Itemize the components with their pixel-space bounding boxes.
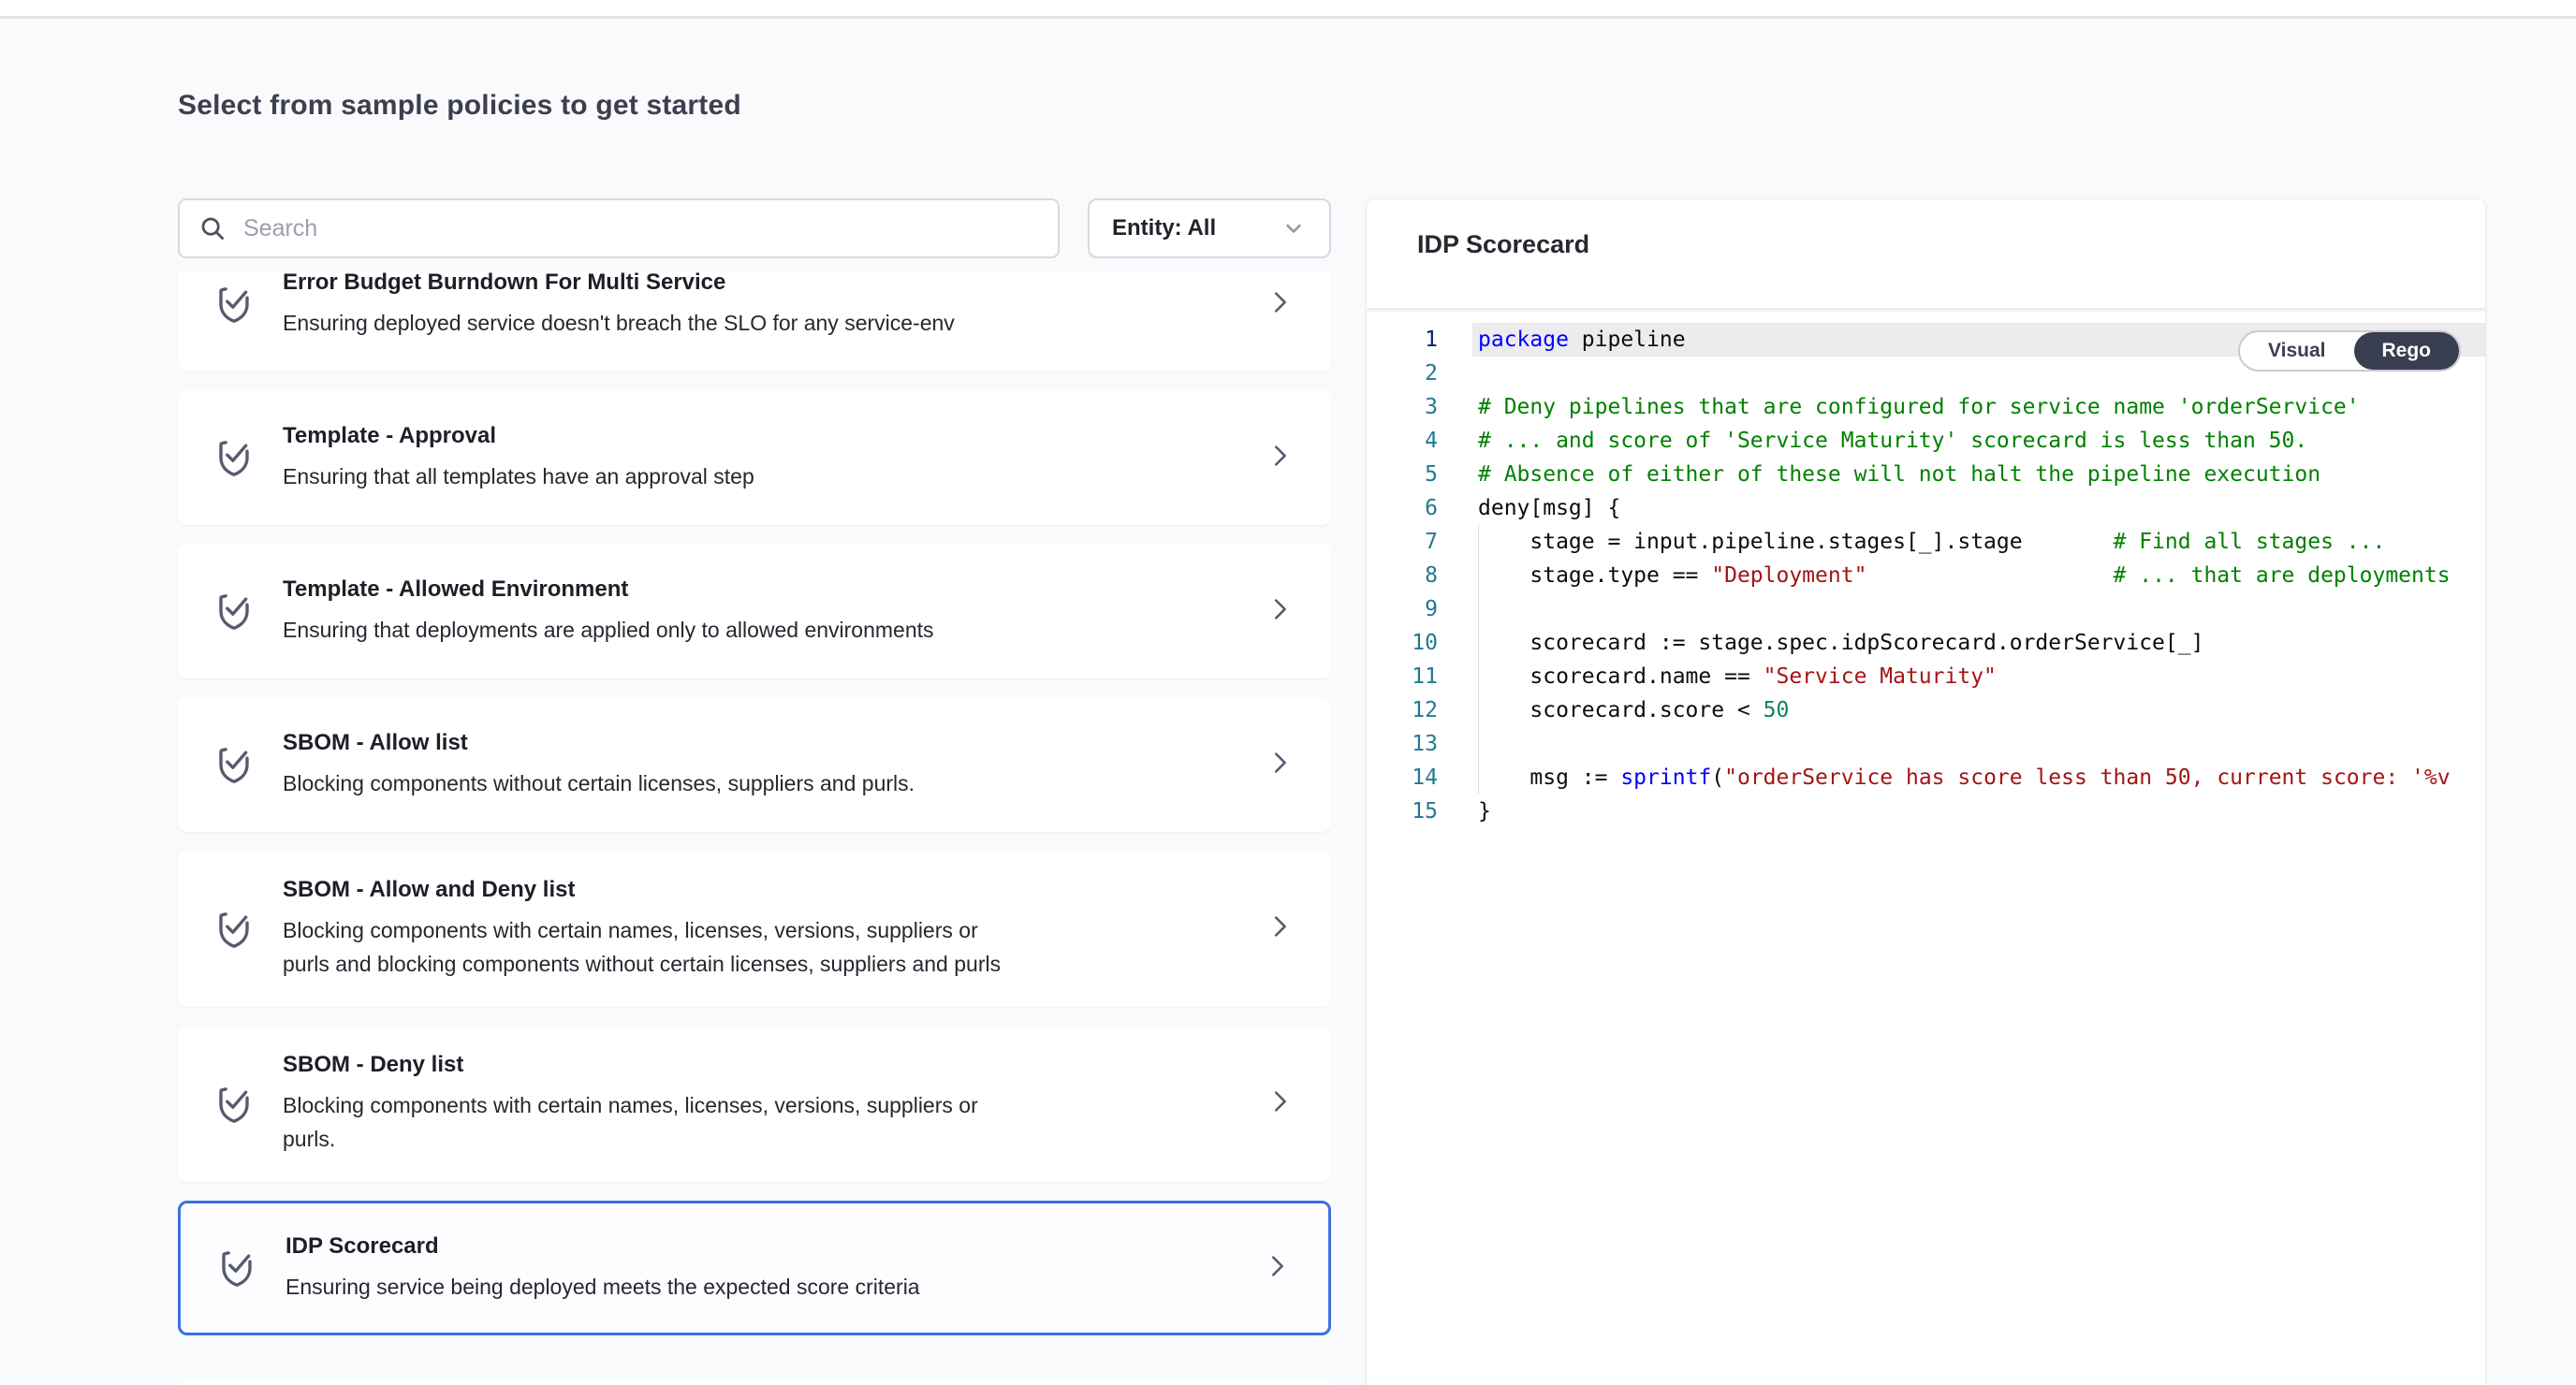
policy-description: Blocking components with certain names, … [283, 1088, 1243, 1156]
code-text: scorecard.score < 50 [1466, 693, 1789, 727]
search-box [178, 198, 1060, 258]
code-text [1466, 357, 1478, 390]
chevron-right-icon [1263, 1250, 1291, 1287]
line-number: 7 [1367, 525, 1466, 559]
line-number: 12 [1367, 693, 1466, 727]
policy-card[interactable]: Template - Allowed Environment Ensuring … [178, 544, 1331, 678]
line-number: 2 [1367, 357, 1466, 390]
line-number: 6 [1367, 491, 1466, 525]
line-number: 3 [1367, 390, 1466, 424]
chevron-right-icon [1266, 911, 1294, 947]
search-icon [198, 214, 227, 242]
code-line[interactable]: 14 msg := sprintf("orderService has scor… [1367, 761, 2485, 795]
code-line[interactable]: 10 scorecard := stage.spec.idpScorecard.… [1367, 626, 2485, 660]
chevron-down-icon [1281, 215, 1307, 241]
shield-check-icon [210, 906, 258, 953]
shield-check-icon [210, 1081, 258, 1128]
search-input[interactable] [243, 215, 1039, 242]
line-number: 9 [1367, 592, 1466, 626]
code-line[interactable]: 7 stage = input.pipeline.stages[_].stage… [1367, 525, 2485, 559]
policy-description: Ensuring that all templates have an appr… [283, 459, 1243, 493]
line-number: 15 [1367, 795, 1466, 828]
line-number: 8 [1367, 559, 1466, 592]
code-line[interactable]: 9 [1367, 592, 2485, 626]
chevron-right-icon [1266, 593, 1294, 630]
policy-title: Template - Approval [283, 423, 1243, 449]
code-text: scorecard.name == "Service Maturity" [1466, 660, 1997, 693]
code-text: # ... and score of 'Service Maturity' sc… [1466, 424, 2307, 458]
toggle-option-rego[interactable]: Rego [2354, 332, 2460, 370]
code-text: package pipeline [1466, 323, 1686, 357]
line-number: 5 [1367, 458, 1466, 491]
code-line[interactable]: 5# Absence of either of these will not h… [1367, 458, 2485, 491]
policy-card[interactable]: SBOM - Allow and Deny list Blocking comp… [178, 851, 1331, 1007]
shield-check-icon [210, 434, 258, 481]
policy-card[interactable]: IDP Scorecard Ensuring service being dep… [178, 1201, 1331, 1335]
policy-description: Ensuring service being deployed meets th… [285, 1270, 1240, 1304]
policy-description: Ensuring deployed service doesn't breach… [283, 306, 1243, 340]
shield-check-icon [212, 1245, 261, 1291]
code-text: } [1466, 795, 1491, 828]
code-line[interactable]: 3# Deny pipelines that are configured fo… [1367, 390, 2485, 424]
line-number: 11 [1367, 660, 1466, 693]
code-line[interactable]: 11 scorecard.name == "Service Maturity" [1367, 660, 2485, 693]
policy-browser: Entity: All Error Budget Burndown For Mu… [178, 95, 1331, 1385]
code-line[interactable]: 15} [1367, 795, 2485, 828]
code-line[interactable]: 8 stage.type == "Deployment" # ... that … [1367, 559, 2485, 592]
next-card-sliver [178, 1380, 1331, 1385]
top-bar [0, 0, 2576, 19]
policy-card[interactable]: Error Budget Burndown For Multi Service … [178, 271, 1331, 372]
policy-description: Blocking components with certain names, … [283, 913, 1243, 981]
view-toggle: Visual Rego [2238, 330, 2461, 372]
code-line[interactable]: 12 scorecard.score < 50 [1367, 693, 2485, 727]
code-text: # Deny pipelines that are configured for… [1466, 390, 2360, 424]
code-text: stage.type == "Deployment" # ... that ar… [1466, 559, 2451, 592]
policy-card[interactable]: SBOM - Deny list Blocking components wit… [178, 1026, 1331, 1182]
policy-title: SBOM - Allow list [283, 730, 1243, 756]
policy-title: SBOM - Allow and Deny list [283, 877, 1243, 903]
policy-card[interactable]: SBOM - Allow list Blocking components wi… [178, 697, 1331, 832]
line-number: 1 [1367, 323, 1466, 357]
policy-title: IDP Scorecard [285, 1233, 1240, 1260]
code-line[interactable]: 13 [1367, 727, 2485, 761]
line-number: 10 [1367, 626, 1466, 660]
code-line[interactable]: 4# ... and score of 'Service Maturity' s… [1367, 424, 2485, 458]
entity-filter-label: Entity: All [1112, 215, 1216, 241]
code-text: # Absence of either of these will not ha… [1466, 458, 2320, 491]
code-text [1466, 727, 1478, 761]
shield-check-icon [210, 281, 258, 328]
detail-panel: IDP Scorecard Visual Rego 1package pipel… [1366, 198, 2486, 1385]
code-line[interactable]: 6deny[msg] { [1367, 491, 2485, 525]
shield-check-icon [210, 741, 258, 788]
policy-description: Ensuring that deployments are applied on… [283, 613, 1243, 647]
detail-header: IDP Scorecard [1367, 199, 2485, 310]
policy-title: Template - Allowed Environment [283, 576, 1243, 603]
line-number: 13 [1367, 727, 1466, 761]
code-text: deny[msg] { [1466, 491, 1620, 525]
detail-title: IDP Scorecard [1417, 230, 2485, 259]
chevron-right-icon [1266, 440, 1294, 476]
chevron-right-icon [1266, 1086, 1294, 1122]
code-text [1466, 592, 1478, 626]
chevron-right-icon [1266, 747, 1294, 783]
code-text: scorecard := stage.spec.idpScorecard.ord… [1466, 626, 2203, 660]
page-root: Select from sample policies to get start… [0, 0, 2576, 1385]
policy-card[interactable]: Template - Approval Ensuring that all te… [178, 390, 1331, 525]
toggle-option-visual[interactable]: Visual [2240, 332, 2353, 370]
code-text: stage = input.pipeline.stages[_].stage #… [1466, 525, 2385, 559]
line-number: 14 [1367, 761, 1466, 795]
policy-title: SBOM - Deny list [283, 1052, 1243, 1078]
policy-list: Error Budget Burndown For Multi Service … [178, 271, 1331, 1385]
entity-filter-button[interactable]: Entity: All [1088, 198, 1331, 258]
policy-title: Error Budget Burndown For Multi Service [283, 271, 1243, 296]
line-number: 4 [1367, 424, 1466, 458]
shield-check-icon [210, 588, 258, 634]
policy-description: Blocking components without certain lice… [283, 766, 1243, 800]
code-text: msg := sprintf("orderService has score l… [1466, 761, 2451, 795]
chevron-right-icon [1266, 286, 1294, 323]
code-editor[interactable]: 1package pipeline23# Deny pipelines that… [1367, 310, 2485, 828]
